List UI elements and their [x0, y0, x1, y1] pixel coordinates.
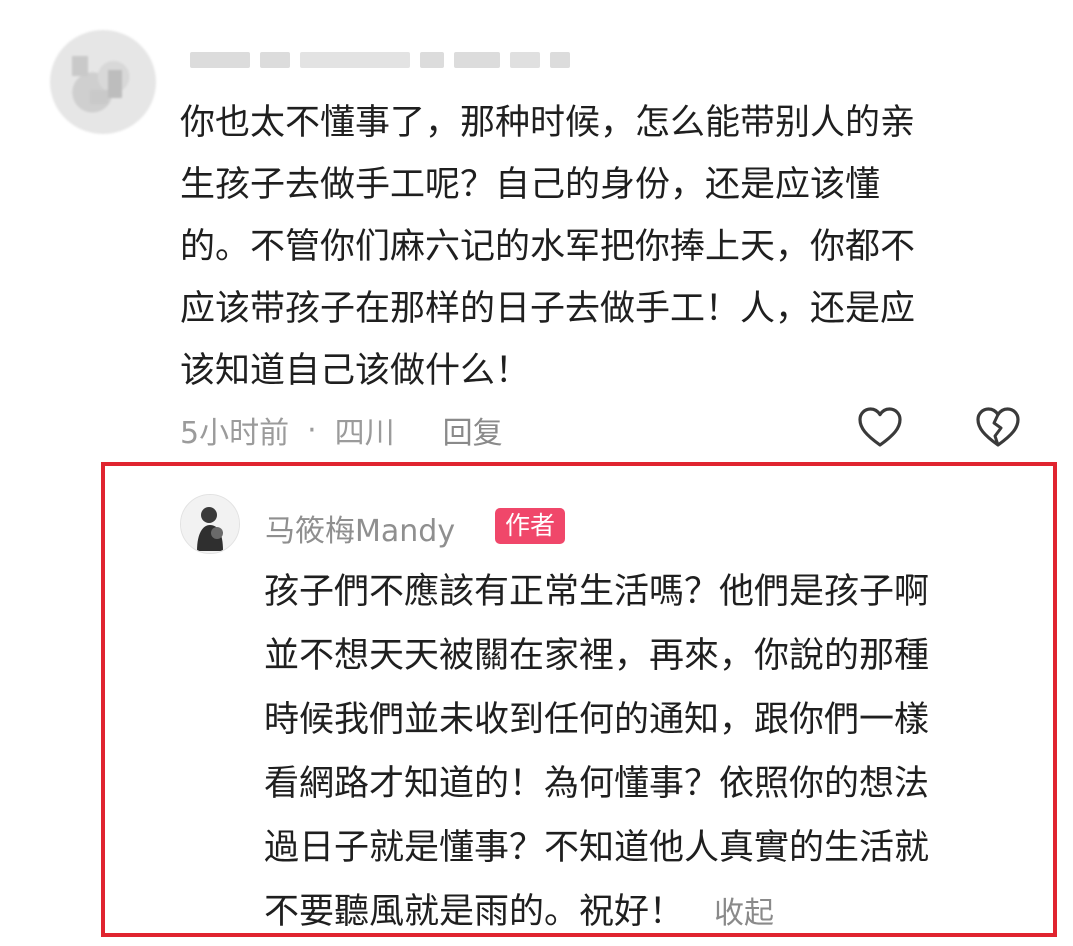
collapse-button[interactable]: 收起 — [714, 896, 774, 931]
meta-separator: · — [307, 412, 317, 448]
reply-line-text: 不要聽風就是雨的。祝好！ — [264, 892, 685, 932]
commenter-avatar-blurred[interactable] — [50, 30, 156, 134]
comment-time: 5小时前 — [180, 416, 290, 451]
author-badge: 作者 — [495, 508, 566, 544]
comment-line: 你也太不懂事了，那种时候，怎么能带别人的亲 — [180, 103, 916, 143]
reply-line: 看網路才知道的！為何懂事？依照你的想法 — [264, 764, 930, 804]
reply-button[interactable]: 回复 — [443, 408, 503, 452]
reply-line: 時候我們並未收到任何的通知，跟你們一樣 — [264, 700, 930, 740]
reply-line-last: 不要聽風就是雨的。祝好！ 收起 — [264, 880, 1044, 946]
reply-line: 過日子就是懂事？不知道他人真實的生活就 — [264, 828, 930, 868]
broken-heart-icon[interactable] — [974, 404, 1022, 452]
comment-location: 四川 — [334, 416, 395, 451]
heart-outline-icon[interactable] — [856, 404, 904, 452]
comment-line: 该知道自己该做什么！ — [180, 351, 531, 391]
comment-body: 你也太不懂事了，那种时候，怎么能带别人的亲 生孩子去做手工呢？自己的身份，还是应… — [180, 92, 1040, 402]
reply-line: 孩子們不應該有正常生活嗎？他們是孩子啊 — [264, 572, 930, 612]
reply-line: 並不想天天被關在家裡，再來，你說的那種 — [264, 636, 930, 676]
comment-meta: 5小时前 · 四川 回复 — [180, 408, 503, 452]
reply-body: 孩子們不應該有正常生活嗎？他們是孩子啊 並不想天天被關在家裡，再來，你說的那種 … — [264, 560, 1044, 946]
author-name[interactable]: 马筱梅Mandy — [265, 506, 455, 550]
comment-line: 的。不管你们麻六记的水军把你捧上天，你都不 — [180, 227, 916, 267]
comment-line: 应该带孩子在那样的日子去做手工！人，还是应 — [180, 289, 916, 329]
author-photo-icon — [181, 495, 239, 553]
author-avatar[interactable] — [180, 494, 240, 554]
commenter-username-blurred[interactable] — [190, 52, 570, 70]
comment-line: 生孩子去做手工呢？自己的身份，还是应该懂 — [180, 165, 881, 205]
